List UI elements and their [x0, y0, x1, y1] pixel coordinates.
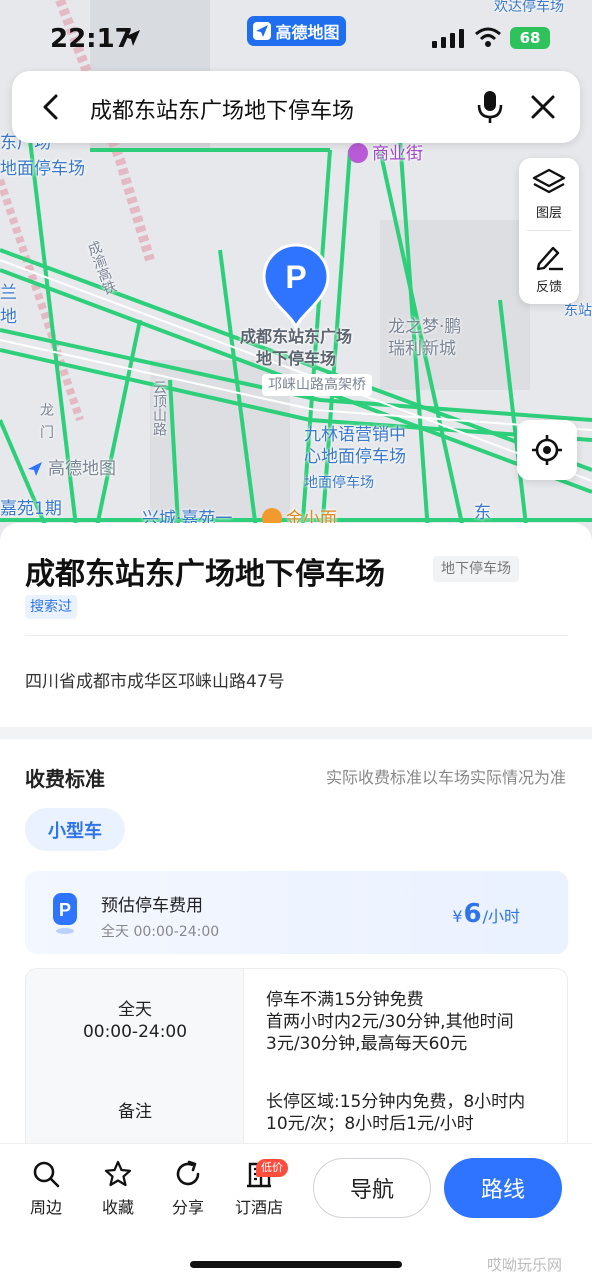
place-address[interactable]: 四川省成都市成华区邛崃山路47号 [25, 667, 285, 692]
fee-estimate-card: P 预估停车费用 全天 00:00-24:00 ¥ 6 /小时 [25, 871, 568, 954]
fee-row-text: 长停区域:15分钟内免费，8小时内 10元/次；8小时后1元/小时 [266, 1092, 526, 1134]
wifi-icon [475, 27, 501, 47]
fee-row-label: 全天 00:00-24:00 [82, 1000, 188, 1042]
screen: 东广场 地面停车场 商业街 成渝高铁 兰 地 成都东站东广场 地下停车场 邛崃山… [0, 0, 592, 1280]
search-icon [33, 1161, 60, 1188]
fee-row-text: 停车不满15分钟免费 首两小时内2元/30分钟,其他时间 3元/30分钟,最高每… [266, 990, 514, 1054]
vehicle-type-chip[interactable]: 小型车 [25, 808, 125, 851]
home-indicator[interactable] [190, 1261, 402, 1268]
navigate-button[interactable]: 导航 [313, 1158, 431, 1218]
price-currency: ¥ [452, 907, 463, 926]
map-label-viaduct: 邛崃山路高架桥 [262, 374, 372, 396]
map-label-jiulin: 九林语营销中 心地面停车场 [304, 425, 406, 467]
star-icon [104, 1160, 132, 1187]
estimate-price: ¥ 6 /小时 [452, 899, 520, 929]
place-title: 成都东站东广场地下停车场 [25, 557, 385, 592]
cellular-signal-icon [432, 29, 464, 48]
map-label: 东 [474, 503, 491, 523]
locate-me-button[interactable] [517, 420, 577, 480]
bottom-action-bar: 周边 收藏 分享 订酒店 低价 导航 路线 哎呦玩乐网 [0, 1143, 592, 1280]
map-label: 兰 [0, 283, 17, 303]
fee-section-title: 收费标准 [25, 767, 105, 791]
parking-icon: P [53, 893, 77, 934]
battery-indicator: 68 [510, 27, 550, 49]
map-label-road: 云顶山路 [151, 380, 167, 436]
watermark: 哎呦玩乐网 [487, 1256, 563, 1274]
search-query[interactable]: 成都东站东广场地下停车场 [90, 93, 354, 125]
favorite-button[interactable]: 收藏 [90, 1160, 146, 1218]
place-type-tag: 地下停车场 [433, 556, 519, 582]
map-pin-label: 成都东站东广场 地下停车场 [240, 327, 353, 368]
map-label: 地面停车场 [0, 159, 85, 179]
estimate-time: 全天 00:00-24:00 [101, 924, 220, 940]
map-label: 地 [0, 307, 17, 327]
fee-row-label: 备注 [118, 1102, 152, 1122]
layers-button[interactable]: 图层 [519, 158, 579, 230]
divider [25, 635, 568, 636]
divider [527, 230, 571, 231]
back-arrow-icon[interactable] [38, 93, 66, 121]
route-button[interactable]: 路线 [444, 1158, 562, 1218]
locate-icon [532, 435, 562, 465]
fee-note: 实际收费标准以车场实际情况为准 [325, 768, 566, 787]
status-time: 22:17 [50, 24, 133, 54]
map-label: 地面停车场 [304, 475, 374, 491]
amap-logo-icon [28, 462, 42, 476]
place-detail-sheet: 成都东站东广场地下停车场 地下停车场 搜索过 四川省成都市成华区邛崃山路47号 … [0, 523, 592, 1143]
edit-pencil-icon [536, 246, 563, 270]
nearby-button[interactable]: 周边 [18, 1160, 74, 1218]
status-bar: 22:17 高德地图 68 [0, 0, 592, 70]
close-icon[interactable] [529, 93, 557, 121]
map-label: 龙 门 [40, 403, 54, 441]
share-icon [176, 1160, 200, 1186]
price-value: 6 [463, 899, 482, 929]
estimate-label: 预估停车费用 [101, 896, 203, 916]
feedback-label: 反馈 [535, 279, 562, 295]
amap-logo-icon [253, 22, 272, 40]
favorite-label: 收藏 [101, 1198, 134, 1217]
microphone-icon[interactable] [475, 89, 505, 125]
nearby-label: 周边 [29, 1198, 62, 1217]
search-bar[interactable]: 成都东站东广场地下停车场 [12, 71, 580, 143]
price-unit: /小时 [482, 907, 520, 926]
map-tool-panel: 图层 反馈 [519, 158, 579, 304]
fee-table: 全天 00:00-24:00 停车不满15分钟免费 首两小时内2元/30分钟,其… [25, 968, 568, 1143]
location-arrow-icon [124, 30, 140, 46]
layers-label: 图层 [535, 205, 562, 221]
map-label-shopping-street: 商业街 [348, 143, 423, 165]
discount-badge: 低价 [256, 1159, 288, 1177]
map-label: 嘉苑1期 [0, 499, 62, 519]
feedback-button[interactable]: 反馈 [519, 232, 579, 304]
hotel-label: 订酒店 [234, 1198, 283, 1217]
map-label-longzhimeng: 龙之梦·鹏 瑞利新城 [388, 317, 462, 359]
svg-text:P: P [285, 259, 306, 295]
app-badge: 高德地图 [247, 16, 346, 46]
map-logo-watermark: 高德地图 [26, 458, 116, 480]
share-button[interactable]: 分享 [160, 1160, 216, 1218]
section-separator [0, 727, 592, 739]
layers-icon [532, 168, 566, 193]
parking-pin-icon[interactable]: P [260, 243, 332, 329]
share-label: 分享 [171, 1198, 204, 1217]
svg-text:P: P [59, 900, 71, 920]
searched-tag: 搜索过 [25, 595, 77, 619]
